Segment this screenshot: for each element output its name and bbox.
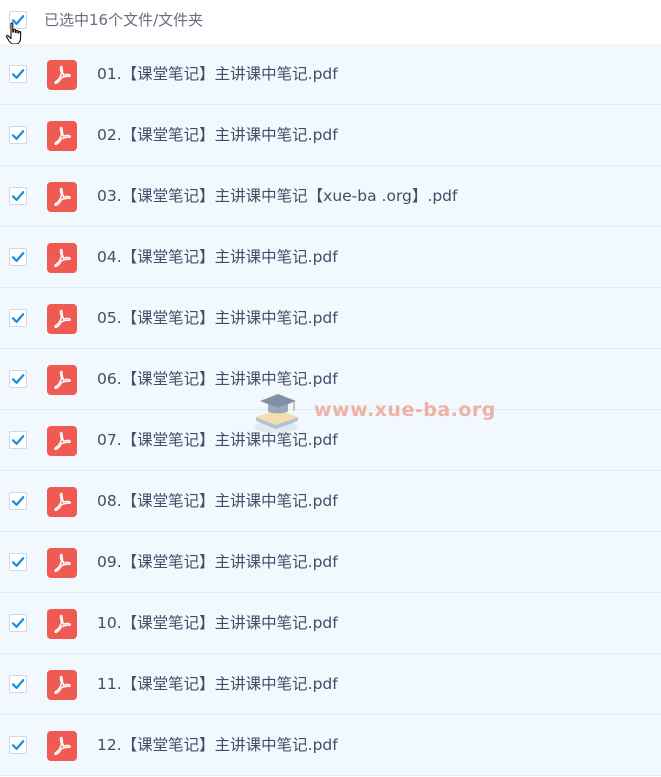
- hand-pointer-cursor-icon: [5, 22, 22, 45]
- file-name[interactable]: 08.【课堂笔记】主讲课中笔记.pdf: [97, 491, 338, 511]
- pdf-icon: [47, 731, 77, 761]
- file-row[interactable]: 02.【课堂笔记】主讲课中笔记.pdf: [0, 105, 661, 166]
- pdf-icon: [47, 304, 77, 334]
- file-checkbox[interactable]: [9, 187, 27, 205]
- file-checkbox[interactable]: [9, 614, 27, 632]
- file-row[interactable]: 01.【课堂笔记】主讲课中笔记.pdf: [0, 44, 661, 105]
- file-name[interactable]: 09.【课堂笔记】主讲课中笔记.pdf: [97, 552, 338, 572]
- pdf-icon: [47, 670, 77, 700]
- file-row[interactable]: 03.【课堂笔记】主讲课中笔记【xue-ba .org】.pdf: [0, 166, 661, 227]
- file-row[interactable]: 09.【课堂笔记】主讲课中笔记.pdf: [0, 532, 661, 593]
- file-row[interactable]: 04.【课堂笔记】主讲课中笔记.pdf: [0, 227, 661, 288]
- file-row[interactable]: 08.【课堂笔记】主讲课中笔记.pdf: [0, 471, 661, 532]
- checkmark-icon: [11, 191, 25, 201]
- checkmark-icon: [11, 69, 25, 79]
- checkmark-icon: [11, 740, 25, 750]
- file-row[interactable]: 11.【课堂笔记】主讲课中笔记.pdf: [0, 654, 661, 715]
- file-checkbox[interactable]: [9, 248, 27, 266]
- file-name[interactable]: 07.【课堂笔记】主讲课中笔记.pdf: [97, 430, 338, 450]
- file-checkbox[interactable]: [9, 309, 27, 327]
- pdf-icon: [47, 365, 77, 395]
- file-row[interactable]: 06.【课堂笔记】主讲课中笔记.pdf: [0, 349, 661, 410]
- file-checkbox[interactable]: [9, 736, 27, 754]
- pdf-icon: [47, 548, 77, 578]
- selection-count-label: 已选中16个文件/文件夹: [44, 11, 204, 29]
- pdf-icon: [47, 609, 77, 639]
- file-name[interactable]: 04.【课堂笔记】主讲课中笔记.pdf: [97, 247, 338, 267]
- file-row[interactable]: 05.【课堂笔记】主讲课中笔记.pdf: [0, 288, 661, 349]
- checkmark-icon: [11, 130, 25, 140]
- file-name[interactable]: 11.【课堂笔记】主讲课中笔记.pdf: [97, 674, 338, 694]
- checkmark-icon: [11, 618, 25, 628]
- pdf-icon: [47, 426, 77, 456]
- file-name[interactable]: 12.【课堂笔记】主讲课中笔记.pdf: [97, 735, 338, 755]
- checkmark-icon: [11, 435, 25, 445]
- file-row[interactable]: 10.【课堂笔记】主讲课中笔记.pdf: [0, 593, 661, 654]
- checkmark-icon: [11, 313, 25, 323]
- pdf-icon: [47, 121, 77, 151]
- selection-header: 已选中16个文件/文件夹: [0, 0, 661, 45]
- file-name[interactable]: 01.【课堂笔记】主讲课中笔记.pdf: [97, 64, 338, 84]
- file-checkbox[interactable]: [9, 553, 27, 571]
- file-checkbox[interactable]: [9, 675, 27, 693]
- file-name[interactable]: 02.【课堂笔记】主讲课中笔记.pdf: [97, 125, 338, 145]
- checkmark-icon: [11, 679, 25, 689]
- checkmark-icon: [11, 252, 25, 262]
- pdf-icon: [47, 487, 77, 517]
- file-checkbox[interactable]: [9, 370, 27, 388]
- file-name[interactable]: 05.【课堂笔记】主讲课中笔记.pdf: [97, 308, 338, 328]
- checkmark-icon: [11, 374, 25, 384]
- checkmark-icon: [11, 496, 25, 506]
- pdf-icon: [47, 60, 77, 90]
- file-name[interactable]: 10.【课堂笔记】主讲课中笔记.pdf: [97, 613, 338, 633]
- file-checkbox[interactable]: [9, 65, 27, 83]
- checkmark-icon: [11, 557, 25, 567]
- file-list: 01.【课堂笔记】主讲课中笔记.pdf 02.【课堂笔记】主讲课中笔记.pdf …: [0, 44, 661, 776]
- file-checkbox[interactable]: [9, 126, 27, 144]
- file-row[interactable]: 12.【课堂笔记】主讲课中笔记.pdf: [0, 715, 661, 776]
- file-name[interactable]: 03.【课堂笔记】主讲课中笔记【xue-ba .org】.pdf: [97, 186, 457, 206]
- file-checkbox[interactable]: [9, 431, 27, 449]
- file-checkbox[interactable]: [9, 492, 27, 510]
- file-row[interactable]: 07.【课堂笔记】主讲课中笔记.pdf: [0, 410, 661, 471]
- pdf-icon: [47, 243, 77, 273]
- pdf-icon: [47, 182, 77, 212]
- file-name[interactable]: 06.【课堂笔记】主讲课中笔记.pdf: [97, 369, 338, 389]
